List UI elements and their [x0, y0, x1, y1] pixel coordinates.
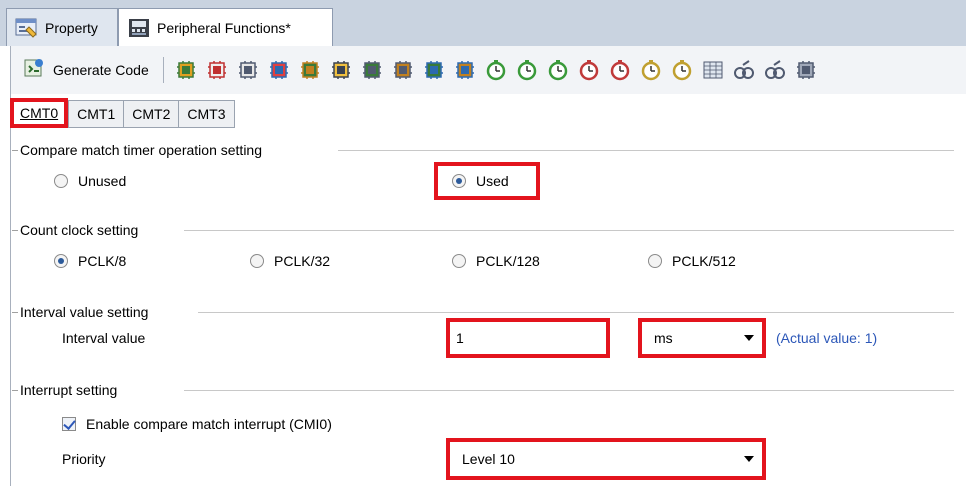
- toolbar: Generate Code: [10, 46, 966, 94]
- radio-pclk128[interactable]: PCLK/128: [452, 250, 540, 272]
- system-icon[interactable]: [205, 58, 230, 83]
- tab-cmt1-label: CMT1: [77, 106, 116, 122]
- dmac-icon[interactable]: [391, 58, 416, 83]
- timer-icon[interactable]: [670, 58, 695, 83]
- timer-icon[interactable]: [577, 58, 602, 83]
- radio-pclk32-label: PCLK/32: [274, 253, 331, 269]
- radio-pclk512[interactable]: PCLK/512: [648, 250, 736, 272]
- io-port-icon[interactable]: [329, 58, 354, 83]
- tab-cmt3[interactable]: CMT3: [179, 100, 235, 128]
- radio-unused[interactable]: Unused: [54, 170, 126, 192]
- tab-cmt1[interactable]: CMT1: [68, 100, 125, 128]
- actual-value-text: (Actual value: 1): [776, 330, 878, 346]
- tab-cmt2[interactable]: CMT2: [124, 100, 180, 128]
- interval-unit-value: ms: [654, 330, 673, 346]
- generate-code-label: Generate Code: [53, 62, 149, 78]
- divider: [184, 230, 954, 231]
- clock-generator-icon[interactable]: [174, 58, 199, 83]
- radio-pclk512-label: PCLK/512: [672, 253, 736, 269]
- enable-cmi-checkbox[interactable]: [62, 417, 76, 431]
- rtc-icon[interactable]: [701, 58, 726, 83]
- group-title-interrupt-text: Interrupt setting: [20, 382, 118, 398]
- generate-code-icon: [23, 58, 45, 83]
- radio-pclk32-dot[interactable]: [250, 254, 264, 268]
- chevron-down-icon: [744, 456, 754, 462]
- interval-value-text: 1: [456, 330, 464, 346]
- group-title-interval: Interval value setting: [12, 302, 148, 322]
- tpu-icon[interactable]: [453, 58, 478, 83]
- priority-select[interactable]: Level 10: [446, 438, 766, 480]
- group-title-interrupt: Interrupt setting: [12, 380, 117, 400]
- group-title-clock: Count clock setting: [12, 220, 138, 240]
- mtu-icon[interactable]: [422, 58, 447, 83]
- radio-pclk512-dot[interactable]: [648, 254, 662, 268]
- radio-pclk128-label: PCLK/128: [476, 253, 540, 269]
- event-link-icon[interactable]: [267, 58, 292, 83]
- tab-cmt3-label: CMT3: [187, 106, 226, 122]
- enable-cmi-checkbox-row[interactable]: Enable compare match interrupt (CMI0): [62, 413, 332, 435]
- divider: [338, 150, 954, 151]
- tab-property[interactable]: Property: [6, 8, 118, 46]
- radio-used[interactable]: Used: [452, 170, 509, 192]
- property-icon: [15, 17, 39, 39]
- timer-icon[interactable]: [546, 58, 571, 83]
- peripheral-functions-icon: [127, 17, 151, 39]
- watchdog-icon[interactable]: [763, 58, 788, 83]
- timer-icon[interactable]: [639, 58, 664, 83]
- group-title-interval-text: Interval value setting: [20, 304, 149, 320]
- tab-peripheral-functions-label: Peripheral Functions*: [157, 19, 291, 36]
- radio-unused-dot[interactable]: [54, 174, 68, 188]
- enable-cmi-label: Enable compare match interrupt (CMI0): [86, 416, 332, 432]
- tab-cmt0-label: CMT0: [20, 105, 59, 121]
- priority-value: Level 10: [462, 451, 515, 467]
- radio-pclk8-dot[interactable]: [54, 254, 68, 268]
- radio-used-label: Used: [476, 173, 509, 189]
- radio-pclk128-dot[interactable]: [452, 254, 466, 268]
- group-title-operation-text: Compare match timer operation setting: [20, 142, 262, 158]
- tab-cmt2-label: CMT2: [132, 106, 171, 122]
- watchdog-icon[interactable]: [732, 58, 757, 83]
- interrupt-icon[interactable]: [298, 58, 323, 83]
- priority-label: Priority: [62, 451, 106, 467]
- radio-pclk8-label: PCLK/8: [78, 253, 127, 269]
- serial-icon[interactable]: [794, 58, 819, 83]
- divider: [184, 390, 954, 391]
- generate-code-button[interactable]: Generate Code: [19, 55, 153, 85]
- cmt-channel-tabs: CMT0 CMT1 CMT2 CMT3: [10, 98, 235, 130]
- bus-icon[interactable]: [236, 58, 261, 83]
- radio-unused-label: Unused: [78, 173, 127, 189]
- divider: [198, 312, 954, 313]
- chevron-down-icon: [744, 335, 754, 341]
- panel-border: [10, 94, 11, 486]
- toolbar-separator: [162, 57, 164, 83]
- radio-pclk32[interactable]: PCLK/32: [250, 250, 330, 272]
- interval-value-input[interactable]: 1: [446, 318, 610, 358]
- timer-icon[interactable]: [608, 58, 633, 83]
- radio-used-dot[interactable]: [452, 174, 466, 188]
- interval-unit-select[interactable]: ms: [638, 318, 766, 358]
- group-title-clock-text: Count clock setting: [20, 222, 139, 238]
- dtc-icon[interactable]: [360, 58, 385, 83]
- timer-icon[interactable]: [484, 58, 509, 83]
- interval-value-label: Interval value: [62, 330, 146, 346]
- group-title-operation: Compare match timer operation setting: [12, 140, 262, 160]
- tab-property-label: Property: [45, 19, 98, 36]
- tab-peripheral-functions[interactable]: Peripheral Functions*: [118, 8, 333, 46]
- tab-cmt0[interactable]: CMT0: [10, 98, 69, 128]
- timer-icon[interactable]: [515, 58, 540, 83]
- document-tab-bar: Property Peripheral Functions*: [0, 0, 966, 46]
- radio-pclk8[interactable]: PCLK/8: [54, 250, 126, 272]
